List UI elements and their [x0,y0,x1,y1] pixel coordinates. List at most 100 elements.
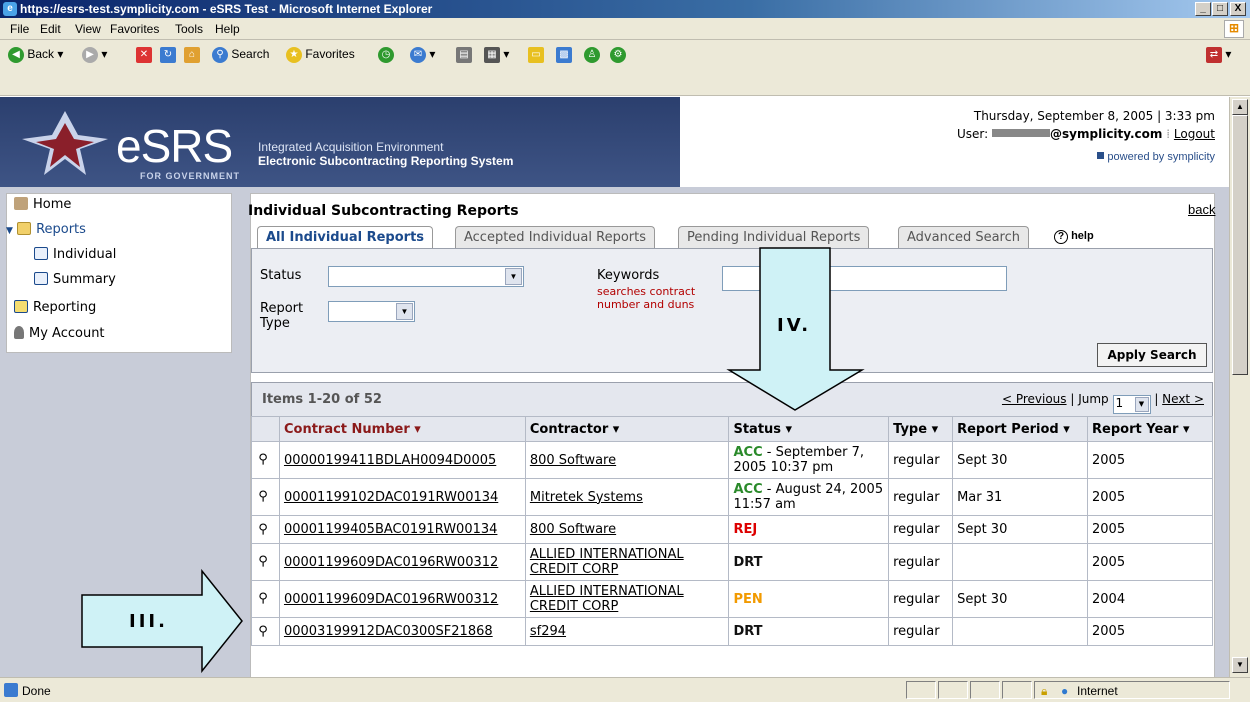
reports-table: Contract Number ▾ Contractor ▾ Status ▾ … [251,416,1213,646]
tab-advanced-search[interactable]: Advanced Search [898,226,1030,248]
contract-link[interactable]: 00003199912DAC0300SF21868 [284,624,493,639]
sidebar-item-individual[interactable]: Individual [34,247,116,262]
page-icon [4,683,18,697]
mail-icon: ✉ [410,47,426,63]
help-link[interactable]: ? help [1054,230,1094,244]
pager: < Previous | Jump 1 ▼ | Next > [1002,392,1204,414]
tab-pending-individual-reports[interactable]: Pending Individual Reports [678,226,870,248]
report-type-select[interactable]: ▼ [328,301,415,322]
period-cell: Sept 30 [952,580,1089,618]
page-title: Individual Subcontracting Reports [248,203,519,219]
annotation-label-4: IV. [777,315,812,336]
close-button[interactable]: X [1230,2,1246,16]
sidebar-home-label: Home [33,197,72,212]
view-report-icon[interactable]: ⚲ [256,554,270,570]
type-cell: regular [888,617,954,646]
home-button[interactable]: ⌂ [184,47,200,63]
refresh-button[interactable]: ↻ [160,47,176,63]
stop-button[interactable]: ✕ [136,47,152,63]
contract-link[interactable]: 00000199411BDLAH0094D0005 [284,453,496,468]
menu-file[interactable]: File [10,22,29,36]
contractor-link[interactable]: ALLIED INTERNATIONAL CREDIT CORP [530,584,684,614]
search-button[interactable]: ⚲ Search [212,47,269,63]
status-header[interactable]: Status ▾ [728,416,890,442]
menu-edit[interactable]: Edit [40,22,61,36]
contractor-link[interactable]: Mitretek Systems [530,490,643,505]
type-header[interactable]: Type ▾ [888,416,954,442]
view-report-icon[interactable]: ⚲ [256,522,270,538]
status-cell [970,681,1000,699]
esrs-logo-icon [22,111,108,175]
history-icon: ◷ [378,47,394,63]
table-row: ⚲ 00003199912DAC0300SF21868 sf294 DRT re… [251,617,1213,646]
jump-select[interactable]: 1 ▼ [1112,395,1151,414]
tab-all-individual-reports[interactable]: All Individual Reports [257,226,434,248]
contract-link[interactable]: 00001199609DAC0196RW00312 [284,555,498,570]
back-link[interactable]: back [1188,202,1215,217]
windows-logo-icon: ⊞ [1224,20,1244,38]
mail-button[interactable]: ✉ ▾ [410,47,435,63]
contractor-link[interactable]: 800 Software [530,453,616,468]
scroll-thumb[interactable] [1232,115,1248,375]
menu-view[interactable]: View [75,22,101,36]
period-cell [952,543,1089,581]
contract-link[interactable]: 00001199405BAC0191RW00134 [284,522,497,537]
view-report-icon[interactable]: ⚲ [256,489,270,505]
print-icon: ▤ [456,47,472,63]
menu-help[interactable]: Help [215,22,240,36]
edit-button[interactable]: ▦ ▾ [484,47,509,63]
translate-button[interactable]: ⇄ ▾ [1206,47,1231,63]
menu-tools[interactable]: Tools [175,22,203,36]
contractor-header[interactable]: Contractor ▾ [524,416,730,442]
contractor-link[interactable]: 800 Software [530,522,616,537]
status-select[interactable]: ▼ [328,266,524,287]
help-label: help [1071,230,1094,242]
favorites-button[interactable]: ★ Favorites [286,47,355,63]
contract-link[interactable]: 00001199609DAC0196RW00312 [284,592,498,607]
type-cell: regular [888,543,954,581]
report-period-header[interactable]: Report Period ▾ [952,416,1089,442]
menu-bar: File Edit View Favorites Tools Help ⊞ [0,18,1250,40]
back-button[interactable]: ◀ Back ▾ [8,47,63,63]
scroll-down-icon[interactable]: ▼ [1232,657,1248,673]
tools-button[interactable]: ⚙ [610,47,626,63]
ie-icon: e [3,2,17,16]
user-info: User: @symplicity.com ⁞ Logout [957,127,1215,141]
sidebar-item-reporting[interactable]: Reporting [14,300,96,315]
vertical-scrollbar[interactable]: ▲ ▼ [1229,97,1250,677]
apply-search-button[interactable]: Apply Search [1097,343,1207,367]
report-year-header[interactable]: Report Year ▾ [1087,416,1213,442]
previous-link[interactable]: < Previous [1002,392,1067,406]
sidebar-individual-label: Individual [53,247,117,262]
menu-favorites[interactable]: Favorites [110,22,159,36]
minimize-button[interactable]: _ [1195,2,1211,16]
discuss-button[interactable]: ▭ [528,47,544,63]
period-cell: Sept 30 [952,441,1089,479]
print-button[interactable]: ▤ [456,47,472,63]
powered-by-label: powered by symplicity [1107,151,1215,163]
sidebar-item-my-account[interactable]: My Account [14,326,105,341]
contractor-link[interactable]: ALLIED INTERNATIONAL CREDIT CORP [530,547,684,577]
contract-number-header[interactable]: Contract Number ▾ [278,416,526,442]
view-report-icon[interactable]: ⚲ [256,624,270,640]
sidebar-item-home[interactable]: Home [14,197,71,212]
history-button[interactable]: ◷ [378,47,394,63]
status-cell [1002,681,1032,699]
forward-button[interactable]: ▶ ▾ [82,47,107,63]
maximize-button[interactable]: □ [1212,2,1228,16]
tab-accepted-individual-reports[interactable]: Accepted Individual Reports [455,226,655,248]
table-row: ⚲ 00001199102DAC0191RW00134 Mitretek Sys… [251,478,1213,516]
contract-link[interactable]: 00001199102DAC0191RW00134 [284,490,498,505]
research-button[interactable]: ▩ [556,47,572,63]
messenger-button[interactable]: ♙ [584,47,600,63]
sidebar-item-reports[interactable]: ▼ Reports [6,222,86,237]
view-report-icon[interactable]: ⚲ [256,452,270,468]
next-link[interactable]: Next > [1162,392,1204,406]
logout-link[interactable]: Logout [1174,127,1215,141]
contractor-link[interactable]: sf294 [530,624,566,639]
scroll-up-icon[interactable]: ▲ [1232,99,1248,115]
view-report-icon[interactable]: ⚲ [256,591,270,607]
report-type-label: Report Type [260,301,304,331]
table-row: ⚲ 00000199411BDLAH0094D0005 800 Software… [251,441,1213,479]
sidebar-item-summary[interactable]: Summary [34,272,116,287]
